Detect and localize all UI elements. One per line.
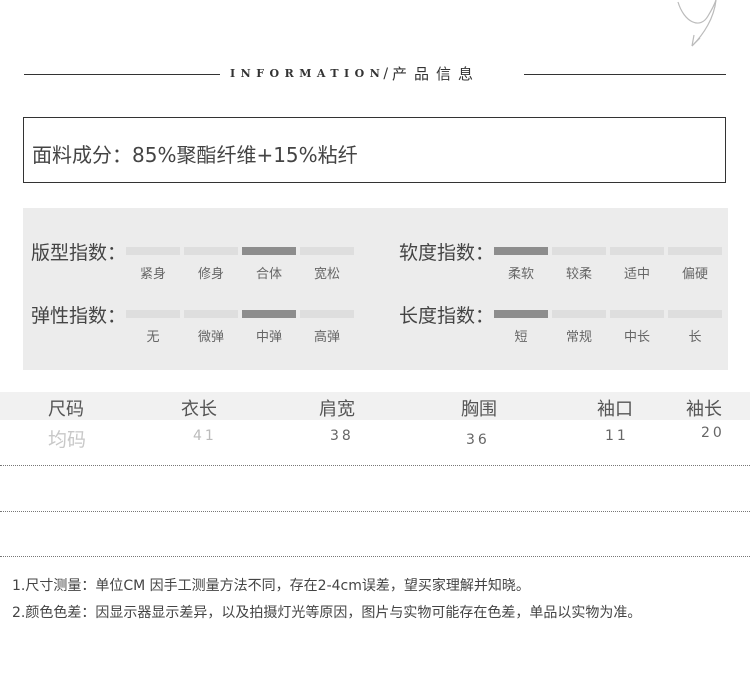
metric-option: 短 [494, 310, 548, 345]
option-bar [552, 310, 606, 318]
option-bar [126, 247, 180, 255]
table-row: 均码 41 38 36 11 20 [0, 420, 750, 454]
option-bar [126, 310, 180, 318]
option-label: 柔软 [507, 267, 534, 282]
table-cell: 36 [466, 432, 490, 448]
size-table: 尺码 衣长 肩宽 胸围 袖口 袖长 均码 41 38 36 11 20 [0, 392, 750, 454]
option-bar [610, 310, 664, 318]
metric-option: 修身 [184, 247, 238, 282]
header-cell-chest: 胸围 [461, 399, 497, 420]
notes: 1.尺寸测量：单位CM 因手工测量方法不同，存在2-4cm误差，望买家理解并知晓… [12, 573, 641, 627]
option-label: 短 [514, 330, 528, 345]
header-rule-left [24, 74, 220, 75]
metric-option: 常规 [552, 310, 606, 345]
note-color-difference: 2.颜色色差：因显示器显示差异，以及拍摄灯光等原因，图片与实物可能存在色差，单品… [12, 605, 642, 621]
table-divider [0, 465, 750, 466]
size-table-header: 尺码 衣长 肩宽 胸围 袖口 袖长 [0, 392, 750, 420]
info-header: INFORMATION/产品信息 [24, 60, 726, 88]
option-label: 宽松 [313, 267, 340, 282]
metric-option: 高弹 [300, 310, 354, 345]
metric-label: 弹性指数： [31, 305, 127, 327]
option-label: 无 [146, 330, 160, 345]
option-bar [242, 247, 296, 255]
option-bar [552, 247, 606, 255]
option-bar [242, 310, 296, 318]
metric-option: 微弹 [184, 310, 238, 345]
metric-option: 宽松 [300, 247, 354, 282]
metric-option: 中弹 [242, 310, 296, 345]
header-cell-size: 尺码 [48, 399, 84, 420]
header-rule-right [524, 74, 726, 75]
option-label: 合体 [255, 267, 282, 282]
option-label: 常规 [565, 330, 592, 345]
metric-option: 长 [668, 310, 722, 345]
metric-option: 合体 [242, 247, 296, 282]
option-label: 修身 [197, 267, 224, 282]
option-bar [300, 247, 354, 255]
table-cell: 11 [605, 428, 629, 444]
option-label: 长 [688, 330, 702, 345]
metric-option: 无 [126, 310, 180, 345]
option-label: 偏硬 [681, 267, 708, 282]
info-title-en: INFORMATION [230, 67, 386, 80]
decorative-arrow-icon [677, 0, 717, 47]
metric-option: 适中 [610, 247, 664, 282]
metric-label: 软度指数： [399, 242, 495, 264]
option-label: 微弹 [197, 330, 224, 345]
option-bar [184, 247, 238, 255]
option-bar [494, 247, 548, 255]
header-cell-sleeve: 袖长 [686, 399, 722, 420]
option-bar [668, 247, 722, 255]
option-label: 适中 [623, 267, 650, 282]
metric-label: 版型指数： [31, 242, 127, 264]
table-divider [0, 511, 750, 512]
option-bar [184, 310, 238, 318]
option-bar [668, 310, 722, 318]
metric-label: 长度指数： [399, 305, 495, 327]
metric-option: 较柔 [552, 247, 606, 282]
metric-option: 柔软 [494, 247, 548, 282]
option-bar [610, 247, 664, 255]
header-cell-shoulder: 肩宽 [319, 399, 355, 420]
option-label: 高弹 [313, 330, 340, 345]
metric-option: 紧身 [126, 247, 180, 282]
table-cell: 41 [193, 428, 217, 444]
table-cell: 38 [330, 428, 354, 444]
option-bar [494, 310, 548, 318]
fabric-box: 面料成分：85%聚酯纤维+15%粘纤 [23, 117, 726, 183]
header-cell-length: 衣长 [181, 399, 217, 420]
table-divider [0, 556, 750, 557]
table-cell: 均码 [48, 429, 87, 451]
metric-option: 中长 [610, 310, 664, 345]
table-cell: 20 [701, 425, 725, 441]
header-cell-cuff: 袖口 [597, 399, 633, 420]
info-title-separator: / [383, 65, 389, 82]
index-panel: 版型指数： 紧身 修身 合体 宽松 软度指数： 柔软 较柔 适中 偏硬 弹性指数… [23, 208, 728, 370]
info-title: INFORMATION/产品信息 [230, 63, 480, 84]
metric-option: 偏硬 [668, 247, 722, 282]
option-label: 中弹 [255, 330, 282, 345]
option-label: 紧身 [139, 267, 166, 282]
fabric-composition: 面料成分：85%聚酯纤维+15%粘纤 [32, 143, 358, 167]
info-title-cn: 产品信息 [392, 65, 481, 83]
option-bar [300, 310, 354, 318]
option-label: 中长 [623, 330, 650, 345]
note-measurement: 1.尺寸测量：单位CM 因手工测量方法不同，存在2-4cm误差，望买家理解并知晓… [12, 578, 530, 594]
option-label: 较柔 [565, 267, 592, 282]
